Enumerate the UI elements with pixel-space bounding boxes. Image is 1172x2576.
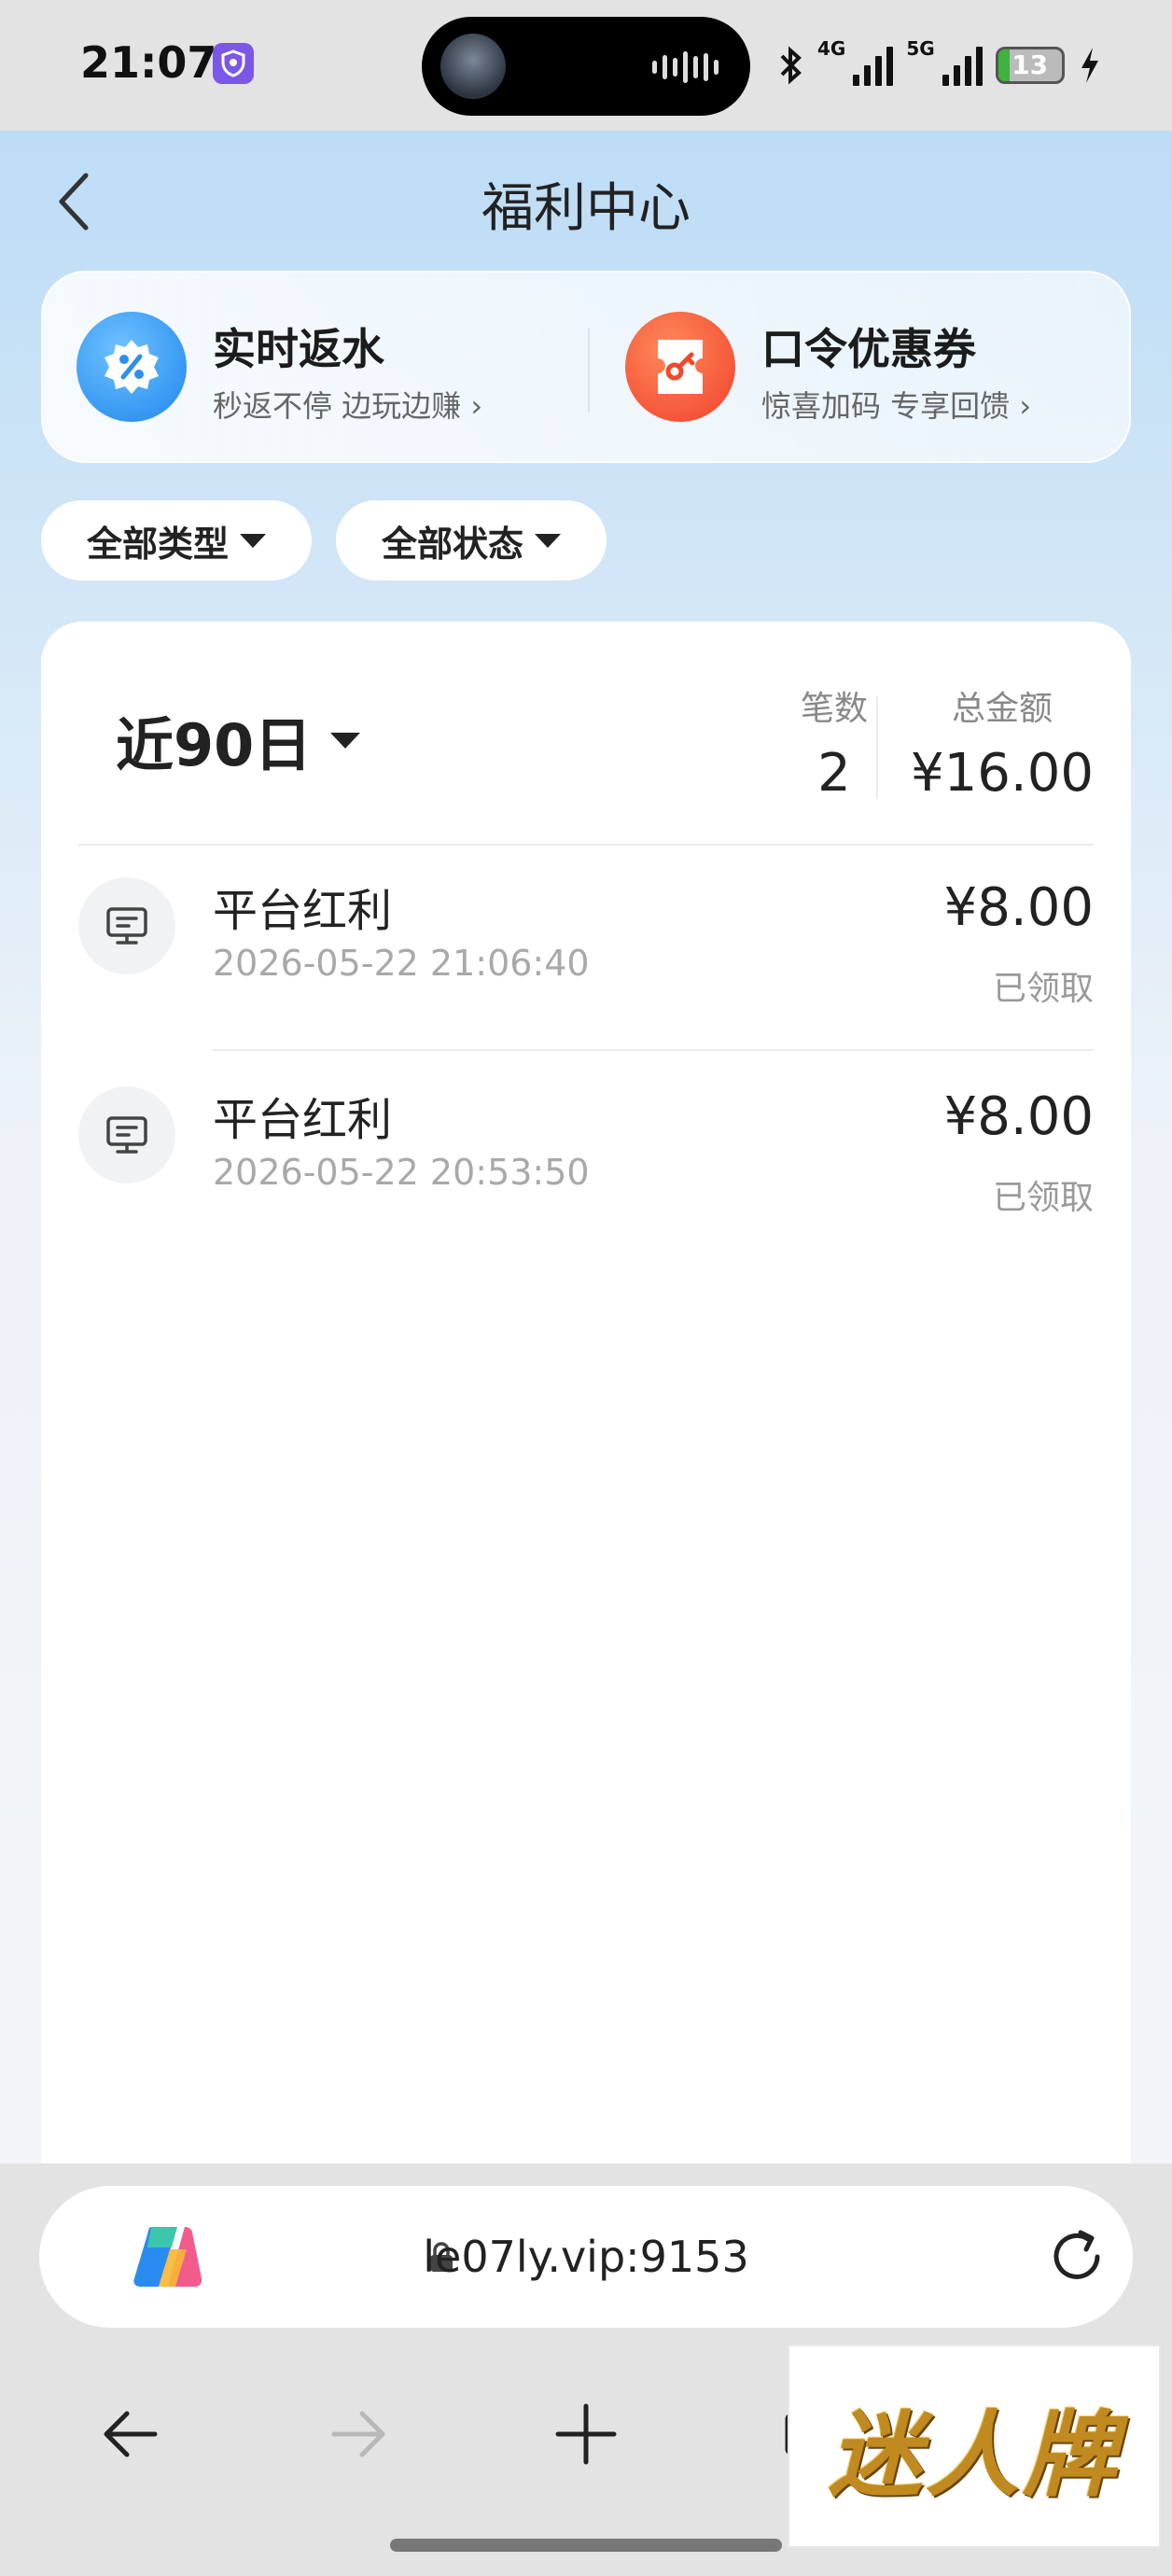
record-datetime: 2026-05-22 20:53:50 — [213, 1152, 590, 1193]
list-item[interactable]: 平台红利 2026-05-22 20:53:50 ¥8.00 已领取 — [78, 1064, 1094, 1269]
rebate-percent-icon — [77, 312, 187, 422]
network-label-1: 4G — [817, 37, 846, 60]
status-bar: 21:07 4G 5G 13 — [0, 0, 1172, 131]
period-label: 近90日 — [116, 711, 313, 779]
type-filter-dropdown[interactable]: 全部类型 — [41, 500, 312, 581]
network-label-2: 5G — [906, 37, 935, 60]
promo-divider — [588, 329, 590, 413]
url-text: le07ly.vip:9153 — [423, 2232, 749, 2282]
summary-divider — [78, 844, 1094, 846]
watermark-text: 迷人牌 — [829, 2399, 1120, 2510]
record-status: 已领取 — [992, 970, 1094, 1008]
battery-icon: 13 — [995, 47, 1065, 84]
type-filter-label: 全部类型 — [86, 523, 229, 565]
charging-bolt-icon — [1081, 48, 1098, 83]
promo-rebate[interactable]: 实时返水 秒返不停 边玩边赚 › — [77, 312, 562, 427]
promo-coupon[interactable]: 口令优惠券 惊喜加码 专享回馈 › — [625, 312, 1110, 427]
total-label: 总金额 — [951, 690, 1053, 728]
record-datetime: 2026-05-22 21:06:40 — [213, 943, 590, 984]
period-selector[interactable]: 近90日 — [116, 698, 361, 782]
record-status: 已领取 — [992, 1179, 1094, 1217]
coupon-key-icon — [625, 312, 735, 422]
total-value: ¥16.00 — [911, 743, 1094, 804]
records-card: 近90日 笔数 2 总金额 ¥16.00 平台红利 2026-05-22 21:… — [41, 622, 1131, 2227]
total-stat: 总金额 ¥16.00 — [909, 681, 1095, 804]
count-value: 2 — [817, 743, 851, 804]
promo-coupon-title: 口令优惠券 — [761, 324, 976, 374]
promo-rebate-subtitle: 秒返不停 边玩边赚 › — [213, 388, 483, 424]
status-filter-dropdown[interactable]: 全部状态 — [336, 500, 607, 581]
signal-icon — [853, 45, 894, 86]
promo-coupon-subtitle: 惊喜加码 专享回馈 › — [761, 388, 1032, 424]
dynamic-island[interactable] — [422, 17, 750, 116]
browser-back-icon[interactable] — [93, 2397, 168, 2471]
caret-down-icon — [240, 533, 266, 548]
new-tab-plus-icon[interactable] — [549, 2397, 623, 2471]
status-icons: 4G 5G 13 — [776, 37, 1102, 93]
stat-divider — [876, 696, 878, 799]
bluetooth-icon — [780, 46, 802, 85]
monitor-icon — [78, 1086, 175, 1183]
status-filter-label: 全部状态 — [381, 523, 523, 565]
address-bar[interactable]: le07ly.vip:9153 — [39, 2186, 1133, 2328]
status-time: 21:07 — [80, 37, 217, 88]
home-indicator[interactable] — [390, 2539, 782, 2552]
monitor-icon — [78, 877, 175, 974]
signal-icon — [942, 45, 983, 86]
count-label: 笔数 — [800, 690, 868, 728]
browser-forward-icon[interactable] — [321, 2397, 396, 2471]
record-title: 平台红利 — [213, 1094, 393, 1146]
caret-down-icon — [330, 732, 361, 749]
list-item[interactable]: 平台红利 2026-05-22 21:06:40 ¥8.00 已领取 — [78, 855, 1094, 1060]
promo-card: 实时返水 秒返不停 边玩边赚 › 口令优惠券 惊喜加码 专享回馈 › — [41, 271, 1131, 463]
row-divider — [213, 1049, 1094, 1051]
audio-wave-icon — [652, 50, 719, 84]
page-title: 福利中心 — [481, 178, 691, 239]
reload-icon[interactable] — [1043, 2223, 1110, 2290]
record-amount: ¥8.00 — [943, 1086, 1094, 1147]
record-amount: ¥8.00 — [943, 877, 1094, 938]
record-title: 平台红利 — [213, 885, 393, 937]
promo-rebate-title: 实时返水 — [213, 324, 384, 374]
count-stat: 笔数 2 — [750, 681, 918, 804]
vpn-shield-icon — [213, 43, 254, 84]
avatar — [440, 34, 506, 99]
caret-down-icon — [535, 533, 561, 548]
battery-level: 13 — [1012, 49, 1049, 80]
watermark-logo: 迷人牌 — [788, 2345, 1161, 2548]
